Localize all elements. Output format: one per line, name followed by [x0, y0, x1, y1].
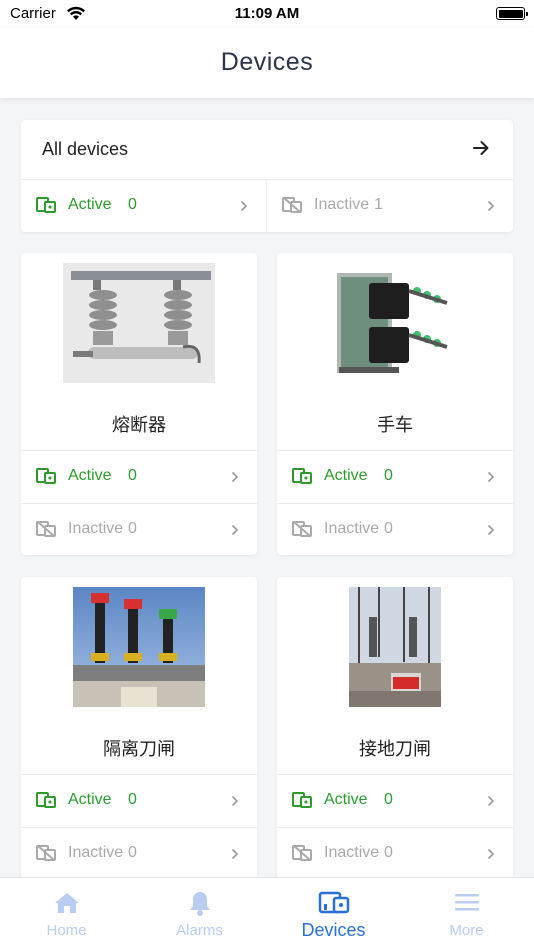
device-inactive-icon	[292, 521, 312, 542]
chevron-right-icon	[231, 847, 239, 865]
device-active-row[interactable]: Active 0	[21, 774, 257, 827]
chevron-right-icon	[240, 199, 248, 217]
device-name: 熔断器	[112, 415, 166, 435]
device-inactive-icon	[292, 845, 312, 866]
inactive-label: Inactive	[324, 844, 380, 861]
all-inactive-row[interactable]: Inactive 1	[267, 180, 513, 233]
battery-icon	[496, 7, 528, 20]
active-label: Active	[68, 791, 112, 808]
device-inactive-row[interactable]: Inactive 0	[21, 827, 257, 880]
device-inactive-row[interactable]: Inactive 0	[21, 503, 257, 556]
chevron-right-icon	[231, 523, 239, 541]
tab-more-label: More	[449, 922, 484, 939]
device-active-icon	[36, 197, 56, 218]
inactive-count: 0	[384, 844, 393, 861]
active-count: 0	[128, 791, 137, 808]
device-card-grounding-switch[interactable]: 接地刀闸 Active 0 Inactive 0	[277, 577, 513, 879]
device-image	[63, 263, 215, 383]
device-active-row[interactable]: Active 0	[277, 450, 513, 503]
device-card-fuse[interactable]: 熔断器 Active 0 Inactive 0	[21, 253, 257, 555]
device-active-icon	[36, 792, 56, 813]
chevron-right-icon	[231, 470, 239, 488]
tab-alarms[interactable]: Alarms	[133, 878, 266, 950]
chevron-right-icon	[487, 523, 495, 541]
tab-alarms-label: Alarms	[176, 922, 223, 939]
chevron-right-icon	[487, 794, 495, 812]
device-inactive-row[interactable]: Inactive 0	[277, 827, 513, 880]
chevron-right-icon	[487, 847, 495, 865]
inactive-count: 1	[374, 196, 383, 213]
status-time: 11:09 AM	[234, 5, 300, 22]
chevron-right-icon	[231, 794, 239, 812]
chevron-right-icon	[487, 199, 495, 217]
all-active-row[interactable]: Active 0	[21, 180, 267, 233]
all-devices-card: All devices Active 0 Inactive 1	[21, 120, 513, 233]
nav-header: Devices	[0, 28, 534, 98]
page-title: Devices	[220, 48, 314, 76]
active-count: 0	[384, 467, 393, 484]
device-image	[319, 263, 471, 383]
inactive-label: Inactive	[68, 844, 124, 861]
device-image	[319, 587, 471, 707]
device-name: 隔离刀闸	[103, 739, 175, 759]
device-card-disconnector[interactable]: 隔离刀闸 Active 0 Inactive 0	[21, 577, 257, 879]
home-icon	[54, 891, 80, 920]
tab-devices[interactable]: Devices	[267, 878, 400, 950]
active-count: 0	[128, 467, 137, 484]
all-devices-title: All devices	[42, 139, 129, 159]
device-image	[63, 587, 215, 707]
inactive-label: Inactive	[324, 520, 380, 537]
device-inactive-icon	[36, 845, 56, 866]
arrow-right-icon	[471, 138, 491, 163]
active-label: Active	[68, 467, 112, 484]
device-name: 接地刀闸	[359, 739, 431, 759]
chevron-right-icon	[487, 470, 495, 488]
active-count: 0	[128, 196, 137, 213]
device-active-icon	[292, 792, 312, 813]
device-active-icon	[36, 468, 56, 489]
tab-bar: Home Alarms Devices More	[0, 877, 534, 950]
device-name: 手车	[377, 415, 413, 435]
device-active-icon	[292, 468, 312, 489]
tab-devices-label: Devices	[301, 920, 366, 940]
active-label: Active	[68, 196, 112, 213]
active-count: 0	[384, 791, 393, 808]
device-inactive-icon	[36, 521, 56, 542]
inactive-count: 0	[128, 844, 137, 861]
devices-icon	[318, 891, 350, 920]
tab-home-label: Home	[46, 922, 87, 939]
active-label: Active	[324, 791, 368, 808]
device-inactive-row[interactable]: Inactive 0	[277, 503, 513, 556]
menu-icon	[454, 891, 480, 918]
inactive-count: 0	[128, 520, 137, 537]
tab-home[interactable]: Home	[0, 878, 133, 950]
inactive-count: 0	[384, 520, 393, 537]
active-label: Active	[324, 467, 368, 484]
device-card-handcart[interactable]: 手车 Active 0 Inactive 0	[277, 253, 513, 555]
inactive-label: Inactive	[68, 520, 124, 537]
device-inactive-icon	[282, 197, 302, 218]
inactive-label: Inactive	[314, 196, 370, 213]
bell-icon	[188, 891, 212, 922]
status-bar: Carrier 11:09 AM	[0, 0, 534, 28]
device-active-row[interactable]: Active 0	[21, 450, 257, 503]
device-active-row[interactable]: Active 0	[277, 774, 513, 827]
tab-more[interactable]: More	[400, 878, 533, 950]
all-devices-row[interactable]: All devices	[21, 120, 513, 180]
